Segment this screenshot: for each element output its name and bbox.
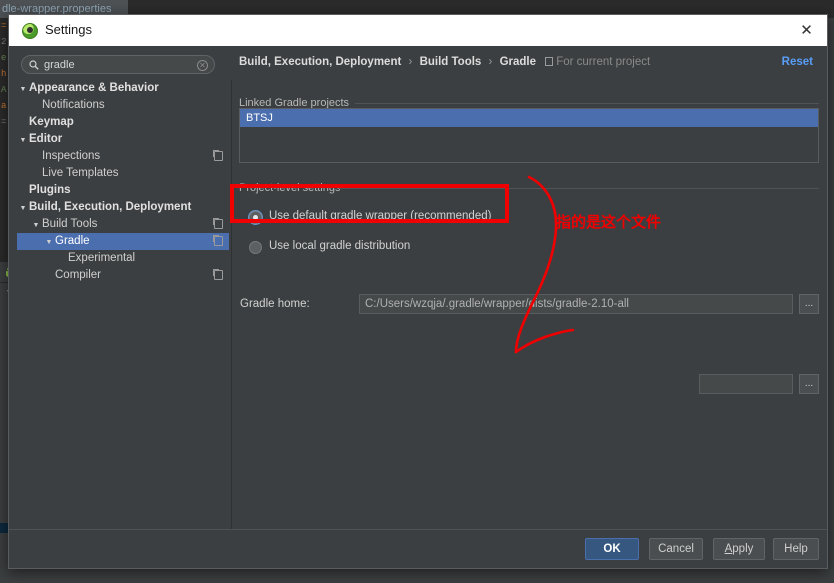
chevron-down-icon[interactable]: ▼ [17,132,29,149]
gradle-home-browse-button[interactable]: ... [799,294,819,314]
settings-tree-label: Live Templates [42,167,119,179]
settings-tree-label: Appearance & Behavior [29,82,159,94]
breadcrumb-scope: For current project [545,56,650,68]
copy-icon[interactable] [213,235,223,246]
linked-project-item[interactable]: BTSJ [240,109,818,127]
settings-tree-item-notifications[interactable]: Notifications [17,97,229,114]
apply-button[interactable]: Apply [713,538,765,560]
chevron-down-icon[interactable]: ▼ [43,234,55,251]
settings-tree-item-compiler[interactable]: Compiler [17,267,229,283]
reset-link[interactable]: Reset [782,56,813,68]
settings-tree[interactable]: ▼ Appearance & Behavior Notifications Keyma… [17,80,229,283]
breadcrumb-part-3[interactable]: Gradle [500,56,536,68]
copy-icon[interactable] [213,150,223,161]
group-divider [339,188,819,189]
clear-icon[interactable]: ✕ [197,60,208,71]
secondary-path-input[interactable] [699,374,793,394]
breadcrumb-part-1[interactable]: Build, Execution, Deployment [239,56,401,68]
search-icon [29,60,39,70]
settings-tree-label: Gradle [55,235,90,247]
dialog-footer: OK Cancel Apply Help [9,529,827,568]
breadcrumb-separator: › [488,56,493,68]
copy-icon[interactable] [213,218,223,229]
panel-divider[interactable] [231,80,232,560]
search-value: gradle [44,59,75,71]
gradle-home-label: Gradle home: [240,298,310,310]
settings-tree-label: Editor [29,133,63,145]
secondary-browse-button[interactable]: ... [799,374,819,394]
dialog-body: gradle ✕ ▼ Appearance & Behavior Notificat… [9,46,827,568]
project-scope-icon [545,57,554,66]
search-input[interactable]: gradle ✕ [21,55,215,74]
chevron-down-icon[interactable]: ▼ [17,200,29,217]
app-logo-icon [22,23,38,39]
project-settings-group-label: Project-level settings [239,182,347,194]
settings-tree-label: Experimental [68,252,136,264]
dialog-title: Settings [45,22,92,37]
radio-button-selected-icon[interactable] [249,211,262,224]
settings-tree-item-build-execution-deployment[interactable]: ▼ Build, Execution, Deployment [17,199,229,216]
breadcrumb-part-2[interactable]: Build Tools [420,56,482,68]
settings-tree-label: Plugins [29,184,71,196]
close-icon[interactable]: ✕ [798,22,815,39]
settings-tree-item-plugins[interactable]: Plugins [17,182,229,199]
settings-tree-item-editor[interactable]: ▼ Editor [17,131,229,148]
settings-tree-label: Notifications [42,99,105,111]
settings-tree-item-inspections[interactable]: Inspections [17,148,229,165]
settings-tree-label: Compiler [55,269,102,281]
linked-projects-list[interactable]: BTSJ [239,108,819,163]
chevron-down-icon[interactable]: ▼ [30,217,42,234]
gradle-home-input[interactable]: C:/Users/wzqja/.gradle/wrapper/dists/gra… [359,294,793,314]
settings-tree-item-experimental[interactable]: Experimental [17,250,229,267]
settings-tree-label: Keymap [29,116,74,128]
apply-rest: pply [732,543,754,555]
settings-tree-item-build-tools[interactable]: ▼ Build Tools [17,216,229,233]
settings-tree-item-live-templates[interactable]: Live Templates [17,165,229,182]
settings-tree-label: Build Tools [42,218,98,230]
chevron-down-icon[interactable]: ▼ [17,81,29,98]
help-button[interactable]: Help [773,538,819,560]
settings-tree-label: Inspections [42,150,101,162]
breadcrumb-scope-label: For current project [556,56,651,68]
cancel-button[interactable]: Cancel [649,538,703,560]
settings-tree-label: Build, Execution, Deployment [29,201,192,213]
ok-button[interactable]: OK [585,538,639,560]
settings-tree-item-keymap[interactable]: Keymap [17,114,229,131]
breadcrumb-separator: › [408,56,413,68]
radio-button-icon[interactable] [249,241,262,254]
copy-icon[interactable] [213,269,223,280]
settings-dialog: Settings ✕ gradle ✕ ▼ Appearance & Behavi… [8,14,828,569]
breadcrumb: Build, Execution, Deployment › Build Too… [239,56,650,68]
group-divider [355,103,819,104]
radio-label: Use local gradle distribution [269,240,411,252]
radio-label: Use default gradle wrapper (recommended) [269,210,492,222]
dialog-titlebar: Settings ✕ [9,15,827,46]
settings-tree-item-appearance-behavior[interactable]: ▼ Appearance & Behavior [17,80,229,97]
settings-tree-item-gradle[interactable]: ▼ Gradle [17,233,229,250]
